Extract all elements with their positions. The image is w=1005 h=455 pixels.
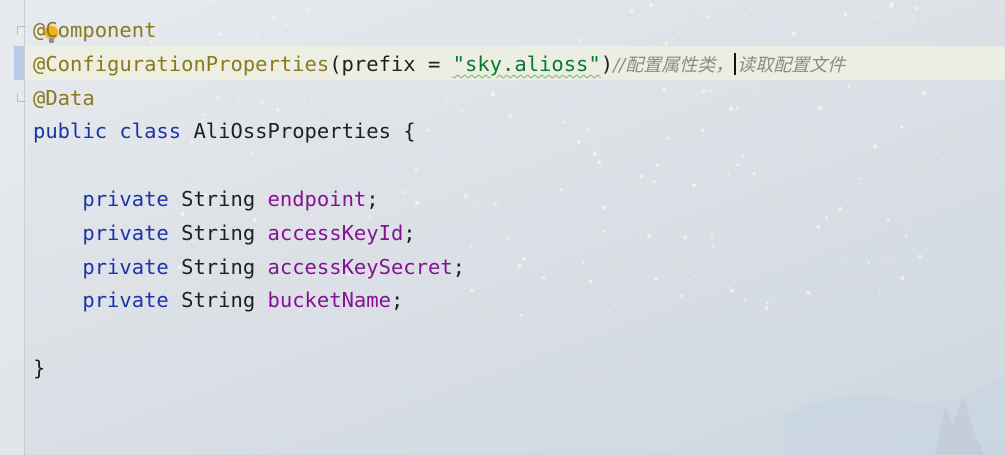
sparkle-dot bbox=[899, 125, 904, 129]
sparkle-dot bbox=[912, 22, 914, 25]
code-token: ; bbox=[452, 254, 466, 279]
code-token: bucketName bbox=[267, 288, 391, 313]
sparkle-dot bbox=[850, 36, 853, 39]
code-line[interactable] bbox=[33, 318, 845, 352]
code-token: accessKeyId bbox=[267, 220, 404, 245]
code-token: "sky.alioss" bbox=[452, 51, 601, 76]
code-line[interactable] bbox=[33, 149, 845, 183]
sparkle-dot bbox=[943, 133, 947, 137]
code-token: private bbox=[82, 186, 169, 211]
code-token: @ bbox=[33, 18, 46, 42]
sparkle-dot bbox=[310, 9, 313, 12]
code-token: 读取配置文件 bbox=[737, 54, 846, 76]
sparkle-dot bbox=[873, 118, 877, 121]
sparkle-dot bbox=[887, 257, 889, 260]
sparkle-dot bbox=[913, 17, 915, 19]
fold-end-icon[interactable] bbox=[17, 93, 26, 102]
sparkle-dot bbox=[880, 254, 885, 258]
sparkle-dot bbox=[847, 84, 851, 89]
sparkle-dot bbox=[876, 16, 879, 19]
sparkle-dot bbox=[904, 234, 908, 238]
code-token: ; bbox=[403, 220, 416, 245]
fold-start-icon[interactable] bbox=[17, 26, 26, 35]
sparkle-dot bbox=[912, 173, 916, 177]
code-token: String bbox=[168, 186, 268, 211]
sparkle-dot bbox=[873, 144, 878, 149]
code-line[interactable]: private String bucketName; bbox=[33, 284, 845, 318]
code-line[interactable]: @Data bbox=[33, 82, 845, 116]
sparkle-dot bbox=[935, 151, 938, 154]
code-token: private bbox=[82, 220, 169, 245]
sparkle-dot bbox=[850, 15, 853, 18]
sparkle-dot bbox=[749, 7, 752, 10]
code-token: //配置属性类， bbox=[613, 54, 734, 76]
code-editor[interactable]: @Component @ConfigurationProperties(prefi… bbox=[0, 0, 1005, 455]
code-token: AliOssProperties { bbox=[181, 119, 416, 144]
code-token: String bbox=[168, 288, 268, 313]
code-token: String bbox=[168, 220, 268, 245]
sparkle-dot bbox=[878, 289, 881, 292]
sparkle-dot bbox=[814, 4, 819, 9]
sparkle-dot bbox=[854, 273, 859, 278]
sparkle-dot bbox=[889, 1, 895, 6]
code-line[interactable]: @ConfigurationProperties(prefix = "sky.a… bbox=[33, 48, 845, 82]
code-token: class bbox=[119, 119, 182, 144]
code-token: @Data bbox=[33, 85, 95, 110]
code-line[interactable]: } bbox=[33, 352, 845, 386]
code-line[interactable]: public class AliOssProperties { bbox=[33, 115, 845, 149]
code-token: String bbox=[168, 254, 268, 279]
code-token: public bbox=[33, 119, 108, 144]
sparkle-dot bbox=[907, 223, 909, 225]
sparkle-dot bbox=[882, 232, 886, 236]
code-token: private bbox=[82, 288, 169, 313]
sparkle-dot bbox=[854, 126, 857, 129]
code-token: endpoint bbox=[267, 186, 367, 211]
sparkle-dot bbox=[918, 254, 922, 258]
code-token: ; bbox=[390, 288, 404, 313]
vcs-change-marker[interactable] bbox=[14, 46, 24, 80]
sparkle-dot bbox=[860, 212, 864, 216]
sparkle-dot bbox=[307, 8, 310, 11]
sparkle-dot bbox=[899, 220, 902, 223]
code-token: accessKeySecret bbox=[267, 254, 453, 279]
source-code[interactable]: @Component @ConfigurationProperties(prefi… bbox=[33, 14, 845, 386]
sparkle-dot bbox=[857, 178, 860, 180]
sparkle-dot bbox=[915, 6, 919, 10]
code-token: @ConfigurationProperties bbox=[33, 51, 330, 76]
code-line[interactable]: private String endpoint; bbox=[33, 183, 845, 217]
sparkle-dot bbox=[629, 8, 634, 13]
editor-gutter bbox=[0, 0, 26, 455]
sparkle-dot bbox=[209, 0, 213, 3]
sparkle-dot bbox=[916, 211, 920, 215]
sparkle-dot bbox=[858, 177, 861, 180]
sparkle-dot bbox=[886, 218, 891, 222]
code-token: (prefix = bbox=[329, 51, 453, 76]
code-token: } bbox=[33, 355, 46, 380]
code-line[interactable]: @Component bbox=[33, 14, 845, 48]
text-caret bbox=[734, 52, 737, 75]
sparkle-dot bbox=[921, 90, 926, 96]
sparkle-dot bbox=[889, 4, 894, 9]
sparkle-dot bbox=[867, 261, 871, 265]
sparkle-dot bbox=[547, 9, 550, 12]
code-token: private bbox=[82, 254, 169, 279]
code-token: Component bbox=[45, 18, 157, 42]
code-line[interactable]: private String accessKeyId; bbox=[33, 217, 845, 251]
code-token: ; bbox=[366, 186, 379, 211]
sparkle-dot bbox=[900, 276, 905, 281]
sparkle-dot bbox=[649, 3, 654, 7]
sparkle-dot bbox=[855, 282, 860, 288]
code-line[interactable]: private String accessKeySecret; bbox=[33, 251, 845, 285]
sparkle-dot bbox=[910, 11, 913, 14]
code-token: ) bbox=[600, 51, 614, 76]
